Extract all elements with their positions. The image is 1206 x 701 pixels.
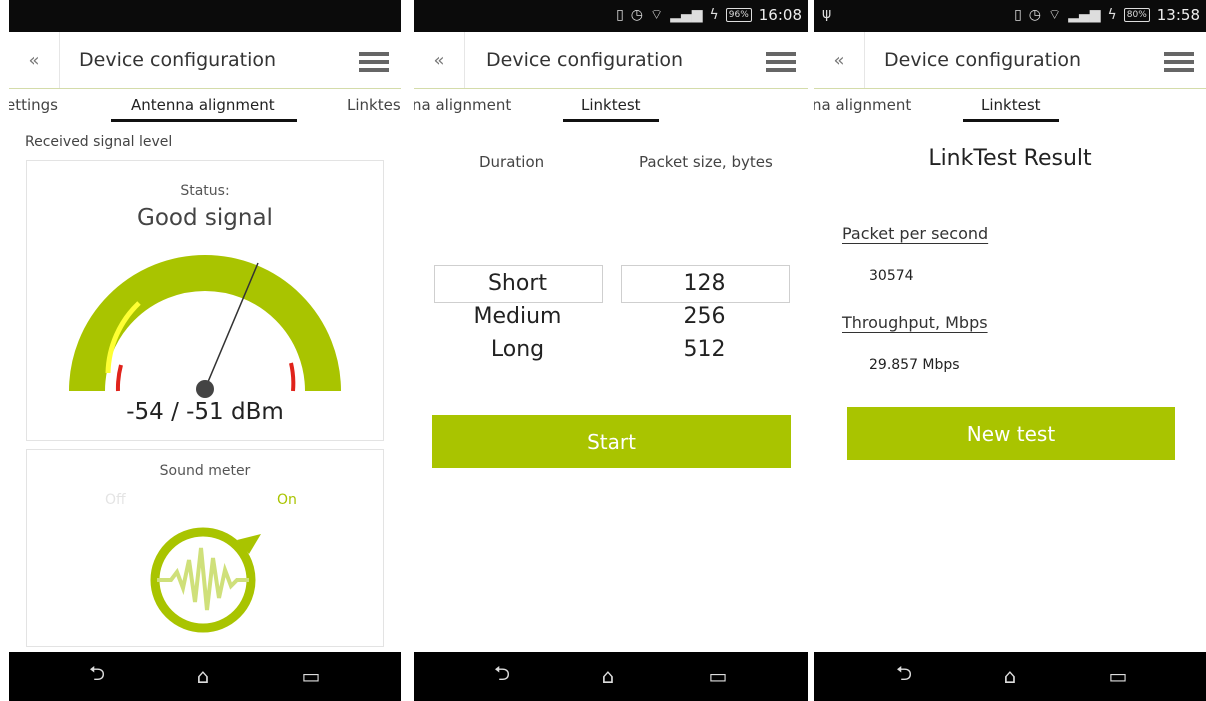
status-bar <box>9 0 401 32</box>
status-label: Status: <box>180 183 230 199</box>
gauge-needle-pivot <box>196 380 214 398</box>
active-tab-indicator <box>963 119 1059 122</box>
hamburger-menu-icon[interactable] <box>766 52 796 76</box>
double-chevron-left-icon: « <box>433 49 445 71</box>
signal-reading: -54 / -51 dBm <box>126 399 284 425</box>
pps-label: Packet per second <box>842 224 989 243</box>
duration-header: Duration <box>479 153 545 171</box>
app-bar: « Device configuration <box>814 32 1206 89</box>
page-title: Device configuration <box>79 49 277 71</box>
active-tab-indicator <box>111 119 297 122</box>
android-nav-bar: ⮌ ⌂ ▭ <box>814 652 1206 701</box>
signal-card: Status: Good signal -54 / -51 dBm <box>26 160 384 441</box>
sound-on-option[interactable]: On <box>277 492 297 508</box>
packet-size-picker[interactable]: 128 256 512 <box>621 267 788 366</box>
tab-bar: na alignment Linktest <box>814 88 1206 126</box>
tab-bar: ettings Antenna alignment Linktes <box>9 88 401 126</box>
duration-option[interactable]: Short <box>434 267 601 300</box>
tab-bar: na alignment Linktest <box>414 88 808 126</box>
android-nav-bar: ⮌ ⌂ ▭ <box>414 652 808 701</box>
charging-icon: ϟ <box>709 7 719 23</box>
tab-antenna-alignment[interactable]: na alignment <box>814 96 911 114</box>
status-value: Good signal <box>137 205 273 231</box>
sound-meter-label: Sound meter <box>159 463 251 479</box>
panel-antenna-alignment: « Device configuration ettings Antenna a… <box>9 0 401 701</box>
signal-icon: ▂▄▆ <box>670 7 703 23</box>
start-button[interactable]: Start <box>432 415 791 468</box>
double-chevron-left-icon: « <box>833 49 845 71</box>
pps-value: 30574 <box>869 268 914 284</box>
size-option[interactable]: 256 <box>621 300 788 333</box>
double-chevron-left-icon: « <box>28 49 40 71</box>
tab-antenna-alignment[interactable]: Antenna alignment <box>131 96 275 114</box>
tab-antenna-alignment[interactable]: na alignment <box>414 96 511 114</box>
page-title: Device configuration <box>884 49 1082 71</box>
wifi-icon: ⌔ <box>650 7 664 23</box>
new-test-button[interactable]: New test <box>847 407 1175 460</box>
back-arrow-icon[interactable]: ⮌ <box>488 661 516 688</box>
duration-option[interactable]: Medium <box>434 300 601 333</box>
active-tab-indicator <box>563 119 659 122</box>
tab-settings[interactable]: ettings <box>9 96 58 114</box>
recent-apps-icon[interactable]: ▭ <box>704 664 732 688</box>
alarm-icon: ◷ <box>630 7 644 23</box>
packet-size-header: Packet size, bytes <box>639 153 773 171</box>
back-button[interactable]: « <box>814 32 865 88</box>
battery-level: 96% <box>725 8 752 22</box>
back-button[interactable]: « <box>9 32 60 88</box>
clock: 13:58 <box>1156 6 1200 24</box>
duration-option[interactable]: Long <box>434 333 601 366</box>
throughput-value: 29.857 Mbps <box>869 357 960 373</box>
sound-off-option[interactable]: Off <box>105 492 126 508</box>
tab-linktest[interactable]: Linktes <box>347 96 401 114</box>
panel-linktest-result: ψ ▯ ◷ ⌔ ▂▄▆ ϟ 80% 13:58 « Device configu… <box>814 0 1206 701</box>
signal-gauge <box>69 255 341 398</box>
status-icons: ▯ ◷ ⌔ ▂▄▆ ϟ 96% 16:08 <box>616 6 802 24</box>
app-bar: « Device configuration <box>9 32 401 89</box>
tab-linktest[interactable]: Linktest <box>981 96 1041 114</box>
result-title: LinkTest Result <box>928 146 1092 171</box>
wifi-icon: ⌔ <box>1048 7 1062 23</box>
duration-picker[interactable]: Short Medium Long <box>434 267 601 366</box>
sound-wave-icon[interactable] <box>137 510 277 650</box>
home-icon[interactable]: ⌂ <box>189 664 217 688</box>
size-option[interactable]: 512 <box>621 333 788 366</box>
charging-icon: ϟ <box>1107 7 1117 23</box>
recent-apps-icon[interactable]: ▭ <box>1104 664 1132 688</box>
back-button[interactable]: « <box>414 32 465 88</box>
panel-linktest-setup: ▯ ◷ ⌔ ▂▄▆ ϟ 96% 16:08 « Device configura… <box>414 0 808 701</box>
section-label: Received signal level <box>25 134 173 150</box>
hamburger-menu-icon[interactable] <box>1164 52 1194 76</box>
tab-linktest[interactable]: Linktest <box>581 96 641 114</box>
back-arrow-icon[interactable]: ⮌ <box>83 661 111 688</box>
size-option[interactable]: 128 <box>621 267 788 300</box>
status-icons: ▯ ◷ ⌔ ▂▄▆ ϟ 80% 13:58 <box>1014 6 1200 24</box>
hamburger-menu-icon[interactable] <box>359 52 389 76</box>
sound-meter-card: Sound meter Off On <box>26 449 384 647</box>
status-bar: ▯ ◷ ⌔ ▂▄▆ ϟ 96% 16:08 <box>414 0 808 32</box>
status-bar: ψ ▯ ◷ ⌔ ▂▄▆ ϟ 80% 13:58 <box>814 0 1206 32</box>
recent-apps-icon[interactable]: ▭ <box>297 664 325 688</box>
battery-level: 80% <box>1123 8 1150 22</box>
home-icon[interactable]: ⌂ <box>594 664 622 688</box>
android-nav-bar: ⮌ ⌂ ▭ <box>9 652 401 701</box>
page-title: Device configuration <box>486 49 684 71</box>
vibrate-icon: ▯ <box>616 7 624 23</box>
alarm-icon: ◷ <box>1028 7 1042 23</box>
usb-icon: ψ <box>822 6 832 22</box>
back-arrow-icon[interactable]: ⮌ <box>890 661 918 688</box>
signal-icon: ▂▄▆ <box>1068 7 1101 23</box>
vibrate-icon: ▯ <box>1014 7 1022 23</box>
home-icon[interactable]: ⌂ <box>996 664 1024 688</box>
throughput-label: Throughput, Mbps <box>842 313 988 332</box>
app-bar: « Device configuration <box>414 32 808 89</box>
clock: 16:08 <box>758 6 802 24</box>
